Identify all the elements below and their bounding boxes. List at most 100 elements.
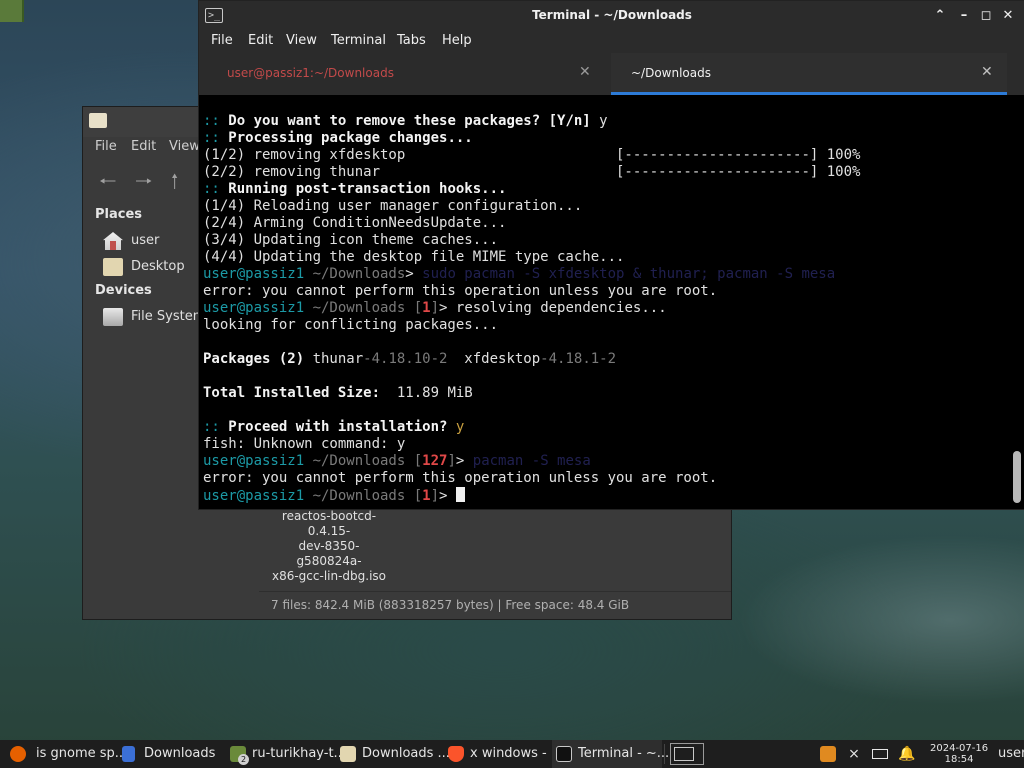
terminal-text: ] bbox=[430, 488, 440, 504]
taskbar-item-firefox[interactable]: is gnome sp... bbox=[6, 740, 127, 768]
terminal-text: ~/Downloads bbox=[312, 453, 414, 469]
terminal-text: error: you cannot perform this operation… bbox=[203, 470, 718, 486]
maximize-button[interactable]: ◻ bbox=[977, 7, 995, 25]
taskbar-item-label: Terminal - ~... bbox=[578, 746, 670, 761]
terminal-text: fish: Unknown command: y bbox=[203, 436, 406, 452]
terminal-text: Processing package changes... bbox=[228, 130, 473, 146]
terminal-text: -4.18.1-2 bbox=[540, 351, 617, 367]
terminal-text: Proceed with installation? bbox=[228, 419, 456, 435]
notification-bell-icon[interactable]: 🔔 bbox=[898, 746, 915, 762]
tab-inactive[interactable]: user@passiz1:~/Downloads ✕ bbox=[199, 53, 611, 95]
file-item-iso[interactable]: reactos-bootcd-0.4.15- dev-8350-g580824a… bbox=[269, 509, 389, 584]
menu-tabs[interactable]: Tabs bbox=[397, 33, 426, 48]
terminal-line: user@passiz1 ~/Downloads [127]> pacman -… bbox=[203, 453, 1003, 470]
terminal-text: user@passiz1 bbox=[203, 488, 313, 504]
workspace-window-icon bbox=[674, 747, 694, 761]
terminal-scrollbar[interactable] bbox=[1013, 451, 1021, 503]
terminal-text: ] bbox=[430, 300, 440, 316]
terminal-line: (1/4) Reloading user manager configurati… bbox=[203, 198, 1003, 215]
firefox-icon bbox=[10, 746, 26, 762]
terminal-text: 127 bbox=[422, 453, 448, 469]
battery-icon[interactable] bbox=[872, 749, 888, 759]
terminal-text: 1 bbox=[422, 488, 431, 504]
terminal-window: >_ Terminal - ~/Downloads ⌃ – ◻ ✕ File E… bbox=[198, 0, 1024, 510]
terminal-icon bbox=[556, 746, 572, 762]
update-tray-icon[interactable] bbox=[820, 746, 836, 762]
terminal-line: looking for conflicting packages... bbox=[203, 317, 1003, 334]
network-disabled-icon[interactable]: ⨯ bbox=[846, 746, 862, 762]
file-label-line: reactos-bootcd-0.4.15- bbox=[281, 509, 377, 538]
terminal-line: user@passiz1 ~/Downloads> sudo pacman -S… bbox=[203, 266, 1003, 283]
terminal-text: 1 bbox=[422, 300, 431, 316]
terminal-text: Running post-transaction hooks... bbox=[228, 181, 507, 197]
menu-view[interactable]: View bbox=[286, 33, 317, 48]
terminal-line: user@passiz1 ~/Downloads [1]> resolving … bbox=[203, 300, 1003, 317]
brave-icon bbox=[448, 746, 464, 762]
document-icon bbox=[122, 746, 135, 762]
minimize-button[interactable]: – bbox=[955, 7, 973, 25]
workspace-switcher[interactable] bbox=[670, 743, 704, 765]
menu-edit[interactable]: Edit bbox=[248, 33, 273, 48]
terminal-line: :: Running post-transaction hooks... bbox=[203, 181, 1003, 198]
taskbar-item-terminal[interactable]: Terminal - ~... bbox=[552, 740, 669, 768]
up-arrow-icon[interactable]: 🠑 bbox=[171, 167, 178, 201]
menu-help[interactable]: Help bbox=[442, 33, 472, 48]
terminal-text: y bbox=[599, 113, 608, 129]
sidebar-item-label: File System bbox=[131, 309, 206, 324]
close-tab-icon[interactable]: ✕ bbox=[579, 64, 591, 80]
menu-file[interactable]: File bbox=[95, 139, 117, 154]
terminal-text: looking for conflicting packages... bbox=[203, 317, 499, 333]
terminal-text: > resolving dependencies... bbox=[439, 300, 667, 316]
desktop-launcher-icon[interactable] bbox=[0, 0, 24, 22]
terminal-line: Total Installed Size: 11.89 MiB bbox=[203, 385, 1003, 402]
tab-active[interactable]: ~/Downloads ✕ bbox=[611, 53, 1007, 95]
menu-view[interactable]: View bbox=[169, 139, 200, 154]
user-menu[interactable]: user bbox=[998, 746, 1024, 761]
taskbar-item-label: Downloads bbox=[144, 746, 216, 761]
taskbar-item-downloads-doc[interactable]: Downloads bbox=[118, 740, 226, 768]
menu-file[interactable]: File bbox=[211, 33, 233, 48]
folder-icon bbox=[340, 746, 356, 762]
taskbar-item-downloads-folder[interactable]: Downloads ... bbox=[336, 740, 450, 768]
menu-terminal[interactable]: Terminal bbox=[331, 33, 386, 48]
terminal-text: 11.89 MiB bbox=[396, 385, 473, 401]
back-arrow-icon[interactable]: 🠐 bbox=[99, 167, 116, 201]
terminal-text: (2/4) Arming ConditionNeedsUpdate... bbox=[203, 215, 507, 231]
terminal-text: -4.18.10-2 bbox=[363, 351, 448, 367]
menu-edit[interactable]: Edit bbox=[131, 139, 156, 154]
terminal-text: user@passiz1 bbox=[203, 453, 313, 469]
terminal-text: [ bbox=[413, 488, 423, 504]
terminal-text: error: you cannot perform this operation… bbox=[203, 283, 718, 299]
status-bar: 7 files: 842.4 MiB (883318257 bytes) | F… bbox=[259, 591, 731, 620]
terminal-text: ~/Downloads bbox=[312, 266, 406, 282]
places-heading: Places bbox=[95, 207, 143, 222]
taskbar: is gnome sp... Downloads 2 ru-turikhay-t… bbox=[0, 740, 1024, 768]
clock[interactable]: 2024-07-16 18:54 bbox=[930, 743, 988, 765]
terminal-text: Do you want to remove these packages? [Y… bbox=[228, 113, 600, 129]
chevron-up-icon[interactable]: ⌃ bbox=[931, 7, 949, 25]
terminal-text: :: bbox=[203, 113, 229, 129]
terminal-line: :: Proceed with installation? y bbox=[203, 419, 1003, 436]
taskbar-item-label: Downloads ... bbox=[362, 746, 450, 761]
forward-arrow-icon[interactable]: 🠒 bbox=[135, 167, 152, 201]
terminal-text: (1/2) removing xfdesktop [--------------… bbox=[203, 147, 861, 163]
taskbar-item-label: x windows - ... bbox=[470, 746, 564, 761]
taskbar-item-brave[interactable]: x windows - ... bbox=[444, 740, 563, 768]
taskbar-item-launcher[interactable]: 2 ru-turikhay-t... bbox=[226, 740, 346, 768]
terminal-text: :: bbox=[203, 419, 229, 435]
drive-icon bbox=[103, 308, 123, 326]
terminal-text: [ bbox=[413, 453, 423, 469]
clock-date: 2024-07-16 bbox=[930, 743, 989, 754]
terminal-text: ] bbox=[447, 453, 456, 469]
terminal-output[interactable]: :: Do you want to remove these packages?… bbox=[203, 95, 1003, 509]
terminal-text: xfdesktop bbox=[447, 351, 541, 367]
close-tab-icon[interactable]: ✕ bbox=[981, 64, 993, 80]
text-cursor bbox=[455, 487, 465, 502]
taskbar-item-label: ru-turikhay-t... bbox=[252, 746, 346, 761]
terminal-text: (2/2) removing thunar [-----------------… bbox=[203, 164, 861, 180]
close-button[interactable]: ✕ bbox=[999, 7, 1017, 25]
terminal-titlebar[interactable]: >_ Terminal - ~/Downloads ⌃ – ◻ ✕ bbox=[199, 1, 1024, 31]
tab-label: user@passiz1:~/Downloads bbox=[227, 66, 394, 80]
terminal-text: :: bbox=[203, 130, 229, 146]
